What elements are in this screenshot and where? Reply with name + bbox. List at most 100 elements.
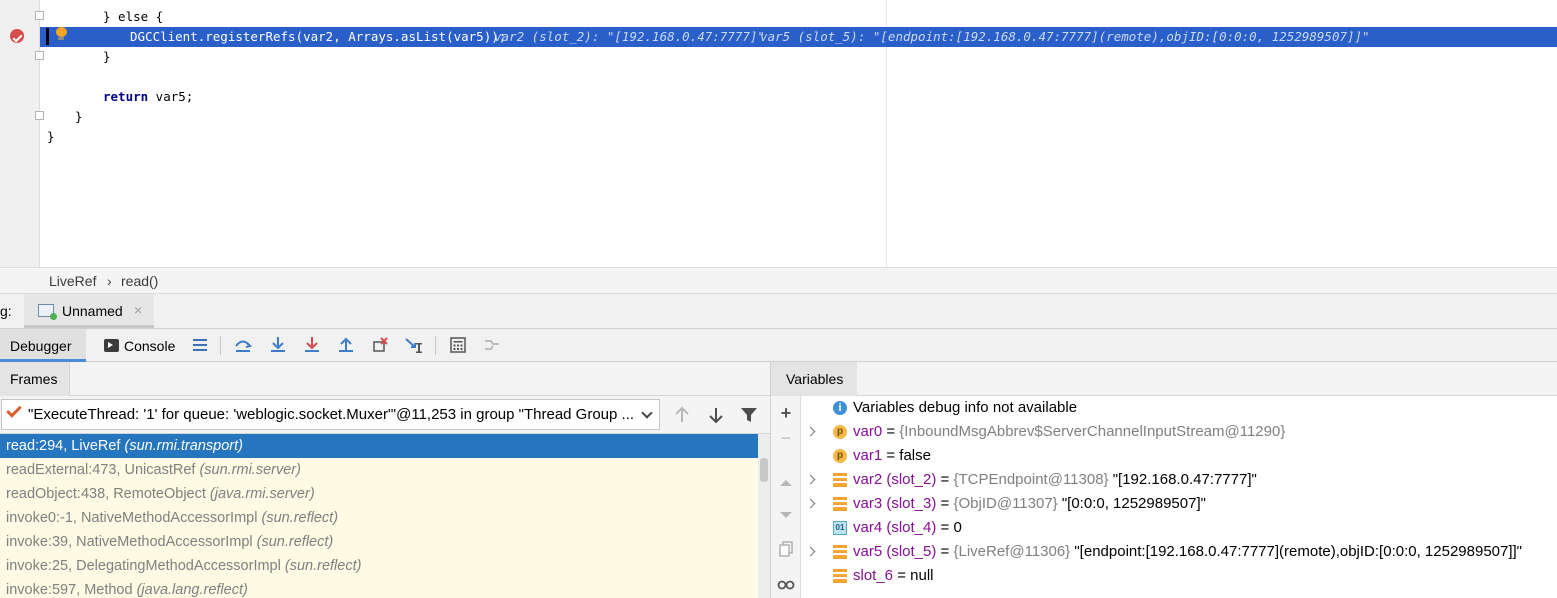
frame-item[interactable]: readObject:438, RemoteObject (java.rmi.s…	[0, 482, 758, 506]
breadcrumb-separator: ›	[107, 273, 112, 289]
toolbar-separator	[220, 336, 221, 355]
code-text: DGCClient.registerRefs(var2, Arrays.asLi…	[130, 29, 507, 44]
thread-selector-row: "ExecuteThread: '1' for queue: 'weblogic…	[0, 396, 770, 434]
code-line-return[interactable]: return var5;	[40, 87, 1557, 107]
info-icon: i	[833, 401, 847, 415]
tab-debugger[interactable]: Debugger	[0, 329, 86, 362]
variable-row[interactable]: var2 (slot_2) = {TCPEndpoint@11308} "[19…	[802, 468, 1557, 492]
add-watch-icon[interactable]: +	[777, 404, 795, 422]
toolbar-separator	[435, 336, 436, 355]
frame-item[interactable]: read:294, LiveRef (sun.rmi.transport)	[0, 434, 758, 458]
frame-item[interactable]: invoke:25, DelegatingMethodAccessorImpl …	[0, 554, 758, 578]
frames-header: Frames	[0, 362, 770, 396]
force-step-into-icon[interactable]	[302, 335, 322, 355]
info-text: Variables debug info not available	[853, 399, 1078, 416]
frame-item[interactable]: invoke:39, NativeMethodAccessorImpl (sun…	[0, 530, 758, 554]
copy-icon[interactable]	[777, 540, 795, 558]
parameter-icon: p	[833, 449, 847, 463]
variables-info-row: i Variables debug info not available	[802, 396, 1557, 420]
breakpoint-icon[interactable]	[10, 29, 24, 43]
scrollbar-thumb[interactable]	[760, 458, 768, 482]
step-over-icon[interactable]	[233, 335, 253, 355]
parameter-icon: p	[833, 425, 847, 439]
trace-current-stream-icon[interactable]	[482, 335, 502, 355]
breadcrumb-method[interactable]: read()	[121, 273, 158, 289]
variable-row[interactable]: slot_6 = null	[802, 564, 1557, 588]
code-line-close-method[interactable]: }	[40, 107, 1557, 127]
debug-tool-window-tabbar: g: Unnamed ×	[0, 294, 1557, 329]
frames-list: read:294, LiveRef (sun.rmi.transport) re…	[0, 434, 770, 598]
run-to-cursor-icon[interactable]	[404, 335, 424, 355]
drop-frame-icon[interactable]	[370, 335, 390, 355]
close-icon[interactable]: ×	[134, 302, 142, 318]
session-name: Unnamed	[62, 303, 123, 319]
tab-debugger-label: Debugger	[10, 338, 72, 354]
primitive-icon: 01	[833, 521, 847, 535]
evaluate-expression-icon[interactable]	[448, 335, 468, 355]
thread-select-value: "ExecuteThread: '1' for queue: 'weblogic…	[28, 406, 635, 423]
remove-watch-icon[interactable]: −	[777, 429, 795, 447]
text-caret	[46, 28, 49, 45]
move-down-icon[interactable]	[777, 506, 795, 524]
variable-row[interactable]: var3 (slot_3) = {ObjID@11307} "[0:0:0, 1…	[802, 492, 1557, 516]
frame-item[interactable]: readExternal:473, UnicastRef (sun.rmi.se…	[0, 458, 758, 482]
intention-bulb-icon[interactable]	[55, 27, 67, 41]
local-variable-icon	[833, 569, 847, 583]
local-variable-icon	[833, 497, 847, 511]
variable-row[interactable]: var5 (slot_5) = {LiveRef@11306} "[endpoi…	[802, 540, 1557, 564]
chevron-down-icon[interactable]	[641, 407, 653, 419]
thread-suspended-check-icon	[6, 402, 22, 418]
code-line-close-else[interactable]: }	[40, 47, 1557, 67]
chevron-right-icon[interactable]	[805, 426, 816, 437]
filter-icon[interactable]	[739, 405, 759, 425]
code-text: }	[75, 109, 83, 124]
variable-row[interactable]: 01 var4 (slot_4) = 0	[802, 516, 1557, 540]
tab-console-label: Console	[124, 338, 176, 354]
code-text: } else {	[103, 9, 164, 24]
breadcrumb-class[interactable]: LiveRef	[49, 273, 96, 289]
chevron-right-icon[interactable]	[805, 474, 816, 485]
code-line-current-execution[interactable]: DGCClient.registerRefs(var2, Arrays.asLi…	[40, 27, 1557, 47]
keyword-return: return	[103, 89, 149, 104]
step-into-icon[interactable]	[268, 335, 288, 355]
debugger-toolbar: Debugger Console	[0, 329, 1557, 362]
code-text: var5;	[148, 89, 194, 104]
glasses-icon[interactable]	[777, 575, 795, 593]
code-editor[interactable]: } else { DGCClient.registerRefs(var2, Ar…	[0, 0, 1557, 267]
variable-row[interactable]: p var0 = {InboundMsgAbbrev$ServerChannel…	[802, 420, 1557, 444]
variables-side-toolbar: + −	[771, 396, 801, 598]
layout-menu-icon[interactable]	[190, 335, 210, 355]
tab-frames[interactable]: Frames	[0, 362, 70, 396]
code-text: }	[103, 49, 111, 64]
tab-debug-session[interactable]: Unnamed ×	[24, 294, 154, 328]
thread-select[interactable]: "ExecuteThread: '1' for queue: 'weblogic…	[1, 399, 660, 430]
local-variable-icon	[833, 545, 847, 559]
arrow-down-icon[interactable]	[706, 405, 726, 425]
frames-panel: Frames "ExecuteThread: '1' for queue: 'w…	[0, 362, 770, 598]
variables-title: Variables	[786, 371, 844, 387]
frame-item[interactable]: invoke:597, Method (java.lang.reflect)	[0, 578, 758, 598]
step-out-icon[interactable]	[336, 335, 356, 355]
inline-value-var5: var5 (slot_5): "[endpoint:[192.168.0.47:…	[760, 29, 1370, 44]
frames-title: Frames	[10, 371, 58, 387]
breadcrumb: LiveRef › read()	[0, 267, 1557, 294]
frame-item[interactable]: invoke0:-1, NativeMethodAccessorImpl (su…	[0, 506, 758, 530]
local-variable-icon	[833, 473, 847, 487]
variables-panel: Variables + − i Variables debug info not…	[771, 362, 1557, 598]
move-up-icon[interactable]	[777, 474, 795, 492]
variable-row[interactable]: p var1 = false	[802, 444, 1557, 468]
inline-value-var2: var2 (slot_2): "[192.168.0.47:7777]"	[494, 29, 765, 44]
code-line-else[interactable]: } else {	[40, 7, 1557, 27]
frames-scrollbar[interactable]	[758, 434, 770, 598]
tab-variables[interactable]: Variables	[771, 362, 857, 396]
chevron-right-icon[interactable]	[805, 498, 816, 509]
debug-session-icon	[38, 304, 57, 320]
code-line-close-class[interactable]: }	[40, 127, 1557, 147]
variables-header: Variables	[771, 362, 1557, 396]
variables-tree: i Variables debug info not available p v…	[802, 396, 1557, 598]
console-icon	[104, 339, 119, 352]
chevron-right-icon[interactable]	[805, 546, 816, 557]
debug-label: g:	[0, 303, 12, 319]
arrow-up-icon[interactable]	[672, 405, 692, 425]
tab-console[interactable]: Console	[100, 329, 182, 362]
